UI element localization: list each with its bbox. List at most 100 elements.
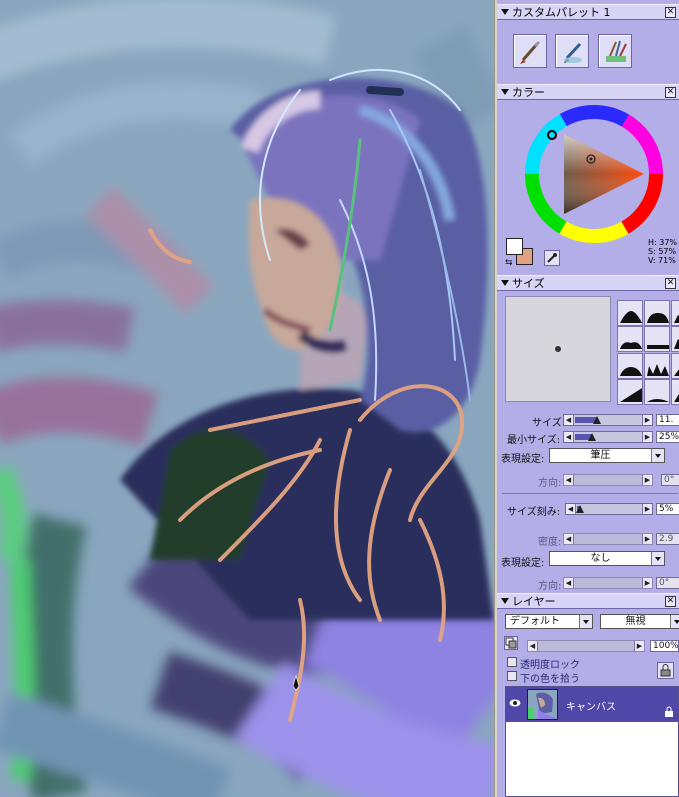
brush-shape-button[interactable] xyxy=(671,300,679,326)
pick-under-color-checkbox[interactable] xyxy=(507,671,517,681)
slider-knob[interactable] xyxy=(593,416,601,424)
decrease-arrow-icon[interactable]: ◀ xyxy=(564,534,574,544)
size-slider[interactable]: ◀ ▶ xyxy=(563,414,653,426)
decrease-arrow-icon[interactable]: ◀ xyxy=(564,578,574,588)
brush-shape-button[interactable] xyxy=(617,379,643,405)
decrease-arrow-icon[interactable]: ◀ xyxy=(564,475,574,485)
layer-lock-button[interactable] xyxy=(657,662,674,679)
close-icon[interactable]: ✕ xyxy=(665,278,676,289)
layer-palette-header[interactable]: レイヤー ✕ xyxy=(497,593,679,609)
brush-shape-icon xyxy=(674,369,679,376)
min-size-value[interactable]: 25% xyxy=(656,431,679,443)
color-wheel[interactable] xyxy=(524,104,664,244)
brush-tool-button[interactable] xyxy=(513,34,547,68)
increase-arrow-icon[interactable]: ▶ xyxy=(642,475,652,485)
increase-arrow-icon[interactable]: ▶ xyxy=(642,578,652,588)
size-label: サイズ: xyxy=(532,418,566,429)
brush-shape-button[interactable] xyxy=(671,326,679,352)
brush-shape-button[interactable] xyxy=(644,326,670,352)
layer-preset-value: デフォルト xyxy=(510,616,560,627)
slider-knob[interactable] xyxy=(588,433,596,441)
collapse-triangle-icon[interactable] xyxy=(501,280,509,286)
expression-dropdown[interactable]: 筆圧 xyxy=(549,448,665,463)
brush-shape-button[interactable] xyxy=(617,326,643,352)
main-color-swatch[interactable] xyxy=(506,238,523,255)
direction-slider[interactable]: ◀ ▶ xyxy=(563,474,653,486)
size-palette-header[interactable]: サイズ ✕ xyxy=(497,275,679,291)
size-step-label: サイズ刻み: xyxy=(507,507,561,518)
artwork xyxy=(0,0,494,797)
pen-brush-tool-icon xyxy=(564,42,582,63)
opacity-value[interactable]: 100% xyxy=(650,640,679,652)
transparency-lock-checkbox[interactable] xyxy=(507,657,517,667)
eyedropper-button[interactable] xyxy=(544,250,560,266)
increase-arrow-icon[interactable]: ▶ xyxy=(642,534,652,544)
brush-shape-icon xyxy=(674,315,679,323)
brush-tool-icon xyxy=(520,40,541,64)
chevron-down-icon[interactable] xyxy=(579,615,592,628)
brush-shape-icon xyxy=(647,364,669,376)
chevron-down-icon[interactable] xyxy=(651,449,664,462)
brush-shape-button[interactable] xyxy=(671,353,679,379)
direction2-slider[interactable]: ◀ ▶ xyxy=(563,577,653,589)
decrease-arrow-icon[interactable]: ◀ xyxy=(528,641,538,651)
expression2-dropdown[interactable]: なし xyxy=(549,551,665,566)
swap-colors-icon[interactable]: ⇆ xyxy=(505,258,513,268)
brush-shape-button[interactable] xyxy=(644,353,670,379)
slider-knob[interactable] xyxy=(576,505,584,513)
layer-composite-button[interactable] xyxy=(504,636,518,650)
direction2-label: 方向: xyxy=(538,581,562,592)
close-icon[interactable]: ✕ xyxy=(665,7,676,18)
increase-arrow-icon[interactable]: ▶ xyxy=(642,432,652,442)
brush-shape-icon xyxy=(620,311,642,323)
painting-canvas[interactable] xyxy=(0,0,494,797)
expression2-label: 表現設定: xyxy=(501,558,545,569)
close-icon[interactable]: ✕ xyxy=(665,87,676,98)
brush-shape-button[interactable] xyxy=(644,379,670,405)
direction-value[interactable]: 0° xyxy=(661,474,679,486)
direction-label: 方向: xyxy=(538,478,562,489)
color-palette-header[interactable]: カラー ✕ xyxy=(497,84,679,100)
size-value[interactable]: 11. xyxy=(656,414,679,426)
collapse-triangle-icon[interactable] xyxy=(501,598,509,604)
custom-palette-title: カスタムパレット 1 xyxy=(512,6,611,19)
blend-mode-dropdown[interactable]: 無視 xyxy=(600,614,679,629)
brush-shape-icon xyxy=(674,339,679,349)
color-palette-title: カラー xyxy=(512,86,545,99)
chevron-down-icon[interactable] xyxy=(651,552,664,565)
density-slider[interactable]: ◀ ▶ xyxy=(563,533,653,545)
brush-shape-icon xyxy=(620,342,642,349)
increase-arrow-icon[interactable]: ▶ xyxy=(642,415,652,425)
decrease-arrow-icon[interactable]: ◀ xyxy=(564,415,574,425)
expression-label: 表現設定: xyxy=(501,454,545,465)
brush-shape-button[interactable] xyxy=(617,300,643,326)
min-size-slider[interactable]: ◀ ▶ xyxy=(563,431,653,443)
brush-shape-button[interactable] xyxy=(644,300,670,326)
layer-thumbnail xyxy=(527,689,558,720)
value-readout: V: 71% xyxy=(648,256,676,265)
custom-palette-header[interactable]: カスタムパレット 1 ✕ xyxy=(497,4,679,20)
chevron-down-icon[interactable] xyxy=(670,615,679,628)
layer-preset-dropdown[interactable]: デフォルト xyxy=(505,614,593,629)
increase-arrow-icon[interactable]: ▶ xyxy=(634,641,644,651)
brush-preview-dot xyxy=(555,346,561,352)
brush-set-tool-button[interactable] xyxy=(598,34,632,68)
collapse-triangle-icon[interactable] xyxy=(501,9,509,15)
close-icon[interactable]: ✕ xyxy=(665,596,676,607)
eye-icon[interactable] xyxy=(509,698,521,708)
increase-arrow-icon[interactable]: ▶ xyxy=(642,504,652,514)
direction2-value[interactable]: 0° xyxy=(656,577,679,589)
min-size-label: 最小サイズ: xyxy=(507,435,561,446)
pen-brush-tool-button[interactable] xyxy=(555,34,589,68)
layer-row-canvas[interactable]: キャンバス xyxy=(506,687,678,722)
collapse-triangle-icon[interactable] xyxy=(501,89,509,95)
decrease-arrow-icon[interactable]: ◀ xyxy=(566,504,576,514)
size-step-slider[interactable]: ◀ ▶ xyxy=(565,503,653,515)
density-value[interactable]: 2.9 xyxy=(656,533,679,545)
size-step-value[interactable]: 5% xyxy=(656,503,679,515)
decrease-arrow-icon[interactable]: ◀ xyxy=(564,432,574,442)
opacity-slider[interactable]: ◀ ▶ xyxy=(527,640,645,652)
lock-icon[interactable] xyxy=(664,706,674,718)
brush-shape-button[interactable] xyxy=(671,379,679,405)
brush-shape-button[interactable] xyxy=(617,353,643,379)
